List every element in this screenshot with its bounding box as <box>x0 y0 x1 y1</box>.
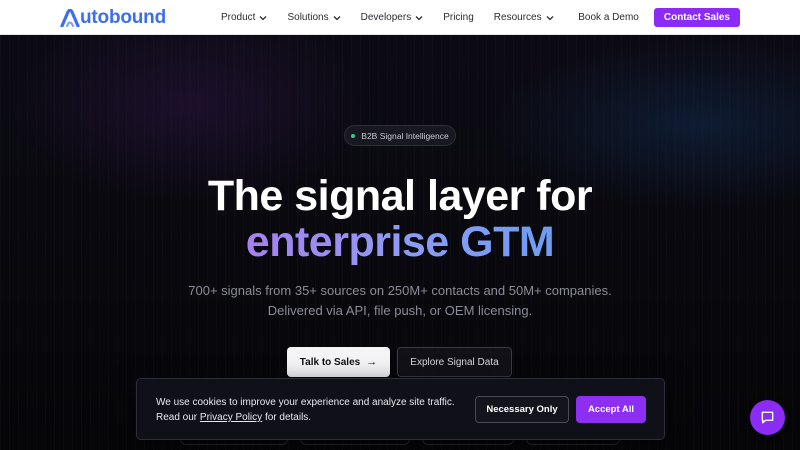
necessary-only-button[interactable]: Necessary Only <box>475 396 569 423</box>
cookie-message-suffix: for details. <box>262 412 312 423</box>
nav-item-pricing[interactable]: Pricing <box>443 12 474 23</box>
hero-cta-group: Talk to Sales → Explore Signal Data <box>287 347 512 377</box>
hero-subtitle-line2: Delivered via API, file push, or OEM lic… <box>267 303 533 318</box>
hero-headline: The signal layer for <box>207 172 593 220</box>
hero-badge-label: B2B Signal Intelligence <box>361 130 449 141</box>
hero-headline-gradient-text: enterprise GTM <box>245 218 555 266</box>
explore-signal-data-button[interactable]: Explore Signal Data <box>397 347 512 377</box>
nav-item-label: Developers <box>360 12 412 23</box>
nav-item-developers[interactable]: Developers <box>361 12 424 23</box>
autobound-logo-icon <box>60 9 80 27</box>
brand-logo[interactable]: utobound <box>60 7 166 29</box>
cookie-message: We use cookies to improve your experienc… <box>156 395 466 425</box>
chevron-down-icon <box>333 15 341 20</box>
chevron-down-icon <box>546 15 554 20</box>
talk-to-sales-label: Talk to Sales <box>299 356 361 368</box>
nav-item-label: Product <box>221 12 256 23</box>
main-menu: Product Solutions Developers Pricing Res… <box>221 0 554 35</box>
status-dot-icon <box>351 133 356 138</box>
book-demo-link[interactable]: Book a Demo <box>578 12 639 23</box>
privacy-policy-link[interactable]: Privacy Policy <box>200 412 262 423</box>
contact-sales-button[interactable]: Contact Sales <box>653 8 740 27</box>
nav-item-resources[interactable]: Resources <box>494 12 554 23</box>
arrow-right-icon: → <box>366 356 378 368</box>
chevron-down-icon <box>415 15 423 20</box>
nav-item-product[interactable]: Product <box>221 12 267 23</box>
nav-item-solutions[interactable]: Solutions <box>287 12 341 23</box>
nav-item-label: Pricing <box>443 12 474 23</box>
hero-headline-highlight: enterprise GTM <box>0 219 800 265</box>
accept-all-button[interactable]: Accept All <box>576 396 646 423</box>
nav-item-label: Resources <box>493 12 542 23</box>
talk-to-sales-button[interactable]: Talk to Sales → <box>287 347 390 377</box>
cookie-consent-banner: We use cookies to improve your experienc… <box>136 378 665 440</box>
chat-launcher-button[interactable] <box>750 400 785 435</box>
hero-badge: B2B Signal Intelligence <box>344 125 456 146</box>
chat-bubble-icon <box>761 411 774 424</box>
nav-item-label: Solutions <box>287 12 329 23</box>
brand-name: utobound <box>80 7 166 28</box>
top-nav: utobound Product Solutions Developers Pr… <box>0 0 800 35</box>
hero-subtitle-line1: 700+ signals from 35+ sources on 250M+ c… <box>188 283 612 298</box>
chevron-down-icon <box>260 15 267 20</box>
nav-actions: Book a Demo Contact Sales <box>578 8 740 27</box>
